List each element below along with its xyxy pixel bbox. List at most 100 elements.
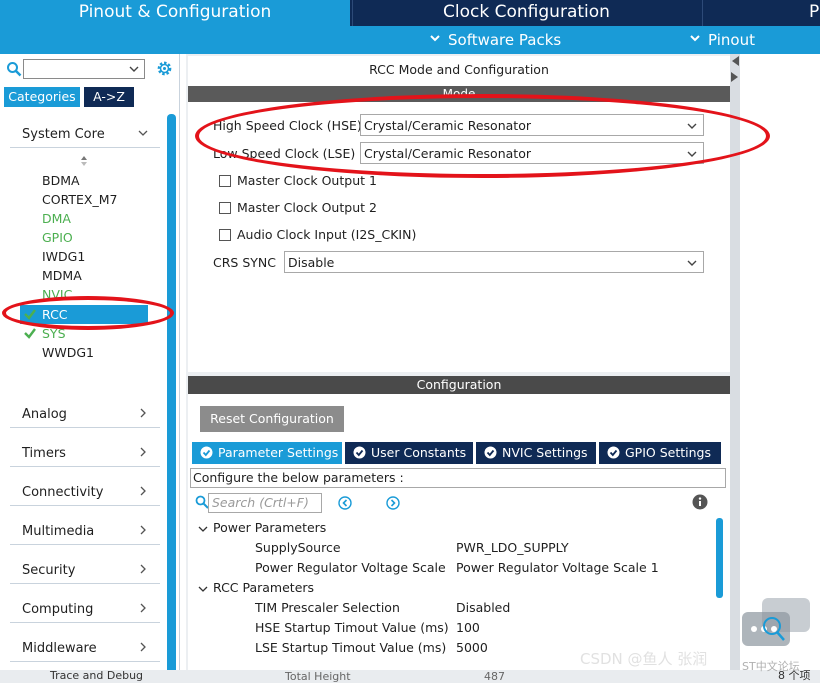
tab-pinout-configuration[interactable]: Pinout & Configuration [0,0,350,26]
section-connectivity[interactable]: Connectivity [10,476,160,506]
master-clock-output-2-checkbox[interactable] [219,202,231,214]
peripheral-item[interactable]: IWDG1 [42,247,85,266]
parameter-scrollbar[interactable] [716,518,723,598]
chevron-down-icon [690,35,700,42]
category-scrollbar[interactable] [167,114,176,683]
param-value[interactable]: PWR_LDO_SUPPLY [456,540,569,555]
section-label: Multimedia [22,524,95,539]
section-analog[interactable]: Analog [10,398,160,428]
tab-clock-configuration[interactable]: Clock Configuration [352,0,700,26]
chevron-right-icon [140,447,146,457]
search-icon[interactable] [195,495,209,509]
reset-configuration-button[interactable]: Reset Configuration [200,406,344,432]
check-circle-icon [484,446,497,459]
stm32cubemx-window: Pinout & Configuration Clock Configurati… [0,0,820,683]
group-power-parameters[interactable]: Power Parameters [213,520,326,535]
peripheral-item[interactable]: CORTEX_M7 [42,190,117,209]
splitter[interactable] [730,54,740,683]
section-system-core[interactable]: System Core [10,118,160,148]
param-value[interactable]: Power Regulator Voltage Scale 1 [456,560,659,575]
software-packs-menu[interactable]: Software Packs [430,26,561,54]
configure-note: Configure the below parameters : [190,468,726,488]
section-middleware[interactable]: Middleware [10,632,160,662]
chevron-down-icon [687,260,697,266]
check-icon [24,328,36,339]
lse-value: Crystal/Ceramic Resonator [364,146,531,161]
checkbox-label: Audio Clock Input (I2S_CKIN) [237,227,417,242]
tab-user-constants[interactable]: User Constants [345,442,473,464]
check-circle-icon [353,446,366,459]
peripheral-item[interactable]: BDMA [42,171,80,190]
tab-nvic-settings[interactable]: NVIC Settings [476,442,596,464]
info-icon[interactable] [692,494,708,510]
lse-label: Low Speed Clock (LSE) [213,146,356,161]
pinout-view[interactable] [740,54,820,683]
param-value[interactable]: 5000 [456,640,488,655]
chevron-right-icon [140,408,146,418]
tab-label: GPIO Settings [625,445,711,460]
parameter-search-input[interactable]: Search (Crtl+F) [208,493,322,513]
peripheral-item[interactable]: GPIO [42,228,73,247]
section-multimedia[interactable]: Multimedia [10,515,160,545]
group-rcc-parameters[interactable]: RCC Parameters [213,580,314,595]
total-height-label: Total Height [285,670,351,683]
lse-select[interactable]: Crystal/Ceramic Resonator [360,142,704,164]
tab-gpio-settings[interactable]: GPIO Settings [599,442,721,464]
watermark-sub: ST中文论坛 [742,660,800,673]
peripheral-item[interactable]: NVIC [42,285,72,304]
trace-debug-cutoff: Trace and Debug [50,669,144,682]
peripheral-item[interactable]: MDMA [42,266,82,285]
sort-icon[interactable] [78,154,90,168]
expand-right-icon[interactable] [731,72,739,82]
peripheral-item[interactable]: WWDG1 [42,343,94,362]
total-height-value: 487 [484,670,505,683]
hse-label: High Speed Clock (HSE) [213,118,362,133]
section-timers[interactable]: Timers [10,437,160,467]
chevron-right-icon [140,486,146,496]
next-icon[interactable] [386,496,400,510]
param-value[interactable]: Disabled [456,600,510,615]
tab-categories[interactable]: Categories [4,87,80,107]
param-name: SupplySource [255,540,341,555]
collapse-left-icon[interactable] [731,56,739,66]
configuration-header: Configuration [188,376,730,394]
section-security[interactable]: Security [10,554,160,584]
category-search-row [0,54,180,86]
hse-select[interactable]: Crystal/Ceramic Resonator [360,114,704,136]
peripheral-item[interactable]: SYS [42,324,66,343]
audio-clock-input-checkbox[interactable] [219,229,231,241]
chevron-down-icon[interactable] [198,584,208,594]
search-icon[interactable] [6,61,22,77]
hse-value: Crystal/Ceramic Resonator [364,118,531,133]
category-panel: Categories A->Z System Core BDMA CORTEX_… [0,54,180,683]
tab-a-to-z[interactable]: A->Z [84,87,134,107]
category-search-input[interactable] [23,59,145,79]
tab-project-manager[interactable]: P [702,0,820,26]
chevron-right-icon [140,603,146,613]
check-circle-icon [200,446,213,459]
mode-header: Mode [188,86,730,102]
check-circle-icon [607,446,620,459]
gear-icon[interactable] [155,59,174,78]
crs-sync-label: CRS SYNC [213,255,276,270]
chevron-down-icon[interactable] [128,63,140,75]
tab-label: Parameter Settings [218,445,339,460]
section-label: Timers [22,446,66,461]
panel-title: RCC Mode and Configuration [369,62,549,77]
peripheral-item-rcc-selected[interactable]: RCC [20,305,148,324]
pinout-label: Pinout [708,31,755,49]
previous-icon[interactable] [338,496,352,510]
chevron-down-icon[interactable] [198,524,208,534]
chevron-down-icon [687,123,697,129]
section-computing[interactable]: Computing [10,593,160,623]
software-packs-label: Software Packs [448,31,562,49]
peripheral-item[interactable]: DMA [42,209,71,228]
tab-parameter-settings[interactable]: Parameter Settings [192,442,342,464]
pinout-menu[interactable]: Pinout [690,26,755,54]
master-clock-output-1-checkbox[interactable] [219,175,231,187]
chat-zoom-icon[interactable] [740,596,812,654]
crs-sync-select[interactable]: Disable [284,251,704,273]
section-label: Computing [22,602,94,617]
param-value[interactable]: 100 [456,620,480,635]
param-name: TIM Prescaler Selection [255,600,400,615]
